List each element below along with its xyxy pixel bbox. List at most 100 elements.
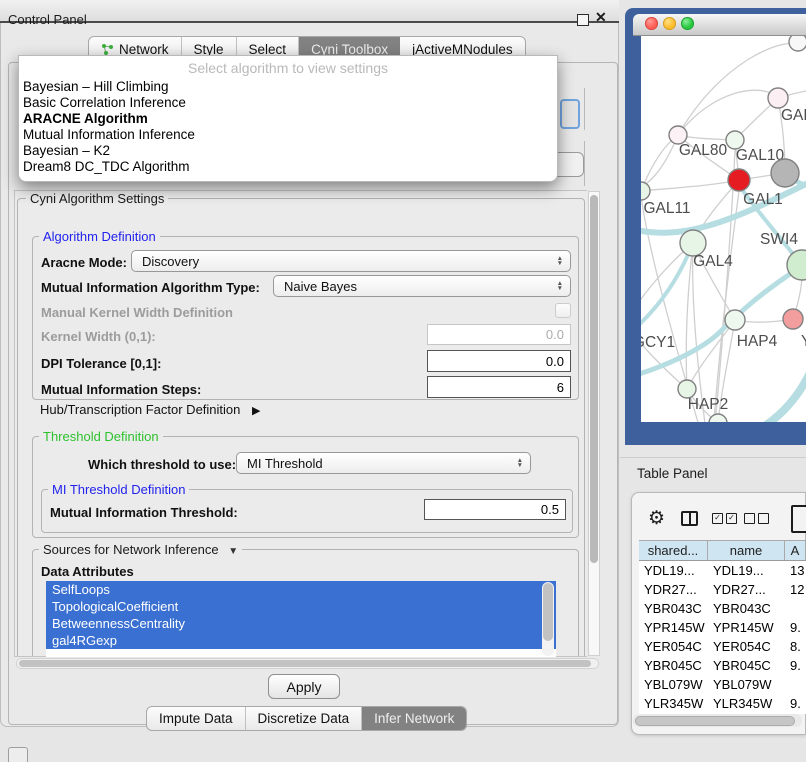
- table-cell: 9.: [785, 696, 806, 711]
- table-row[interactable]: YBR043CYBR043C: [639, 599, 806, 618]
- manual-kernel-checkbox[interactable]: [555, 303, 571, 318]
- attributes-list-scrollbar[interactable]: [542, 582, 554, 656]
- zoom-traffic-light[interactable]: [681, 17, 694, 30]
- focused-combo-fragment: [560, 99, 580, 129]
- attribute-list-item[interactable]: TopologicalCoefficient: [46, 598, 556, 615]
- attributes-scrollbar-thumb[interactable]: [543, 583, 553, 641]
- apply-button[interactable]: Apply: [268, 674, 340, 699]
- table-row[interactable]: YDL19...YDL19...13: [639, 561, 806, 580]
- table-hscrollbar-thumb[interactable]: [635, 716, 795, 726]
- table-cell: YBR043C: [639, 601, 708, 616]
- stepper-icon: ▲▼: [557, 281, 563, 291]
- table-row[interactable]: YPR145WYPR145W9.: [639, 618, 806, 637]
- checked-checkbox-icon[interactable]: ✓: [726, 513, 737, 524]
- table-row[interactable]: YDR27...YDR27...12: [639, 580, 806, 599]
- network-node-label: GAL4: [693, 253, 733, 270]
- attribute-list-item[interactable]: BetweennessCentrality: [46, 615, 556, 632]
- tab-impute-data[interactable]: Impute Data: [147, 707, 246, 730]
- unchecked-checkbox-icon[interactable]: [744, 513, 755, 524]
- node-attribute-table[interactable]: shared...nameA YDL19...YDL19...13 YDR27..…: [639, 540, 806, 714]
- minimized-panel-icon[interactable]: [8, 747, 28, 762]
- tab-infer-network[interactable]: Infer Network: [362, 707, 466, 730]
- which-threshold-combo[interactable]: MI Threshold ▲▼: [236, 452, 531, 474]
- columns-icon[interactable]: [681, 511, 698, 526]
- mi-threshold-input[interactable]: 0.5: [424, 499, 566, 520]
- unchecked-checkbox-icon[interactable]: [758, 513, 769, 524]
- table-cell: YDR27...: [639, 582, 708, 597]
- float-window-icon[interactable]: [577, 14, 589, 26]
- network-node-label: GAL80: [679, 142, 728, 159]
- table-panel-title: Table Panel: [637, 466, 708, 481]
- control-panel-titlebar: [0, 0, 619, 23]
- expander-right-icon: ▶: [252, 404, 260, 417]
- algorithm-option[interactable]: Bayesian – K2: [19, 143, 557, 159]
- checked-checkbox-icon[interactable]: ✓: [712, 513, 723, 524]
- settings-vertical-scrollbar[interactable]: [588, 191, 600, 656]
- mi-algorithm-type-combo[interactable]: Naive Bayes ▲▼: [273, 275, 571, 297]
- network-node[interactable]: [709, 414, 727, 422]
- sources-group-title[interactable]: Sources for Network Inference ▼: [39, 542, 242, 559]
- close-traffic-light[interactable]: [645, 17, 658, 30]
- threshold-definition-group: Threshold Definition Which threshold to …: [32, 436, 579, 538]
- data-attributes-list[interactable]: SelfLoopsTopologicalCoefficientBetweenne…: [46, 581, 556, 657]
- page-icon[interactable]: [791, 505, 806, 533]
- network-canvas[interactable]: GALGAL80GAL10GAL1GAL11SWI4GAL4GCY1HAP4YH…: [641, 36, 806, 422]
- tab-discretize-data[interactable]: Discretize Data: [246, 707, 363, 730]
- network-edge[interactable]: [641, 180, 739, 191]
- table-horizontal-scrollbar[interactable]: [633, 714, 802, 727]
- table-row[interactable]: YBL079WYBL079W: [639, 675, 806, 694]
- algorithm-option[interactable]: ARACNE Algorithm: [19, 111, 557, 127]
- algorithm-option[interactable]: Dream8 DC_TDC Algorithm: [19, 159, 557, 175]
- which-threshold-label: Which threshold to use:: [88, 457, 236, 472]
- gear-icon[interactable]: ⚙: [648, 507, 665, 530]
- dpi-tolerance-input[interactable]: 0.0: [427, 350, 571, 372]
- tab-label: Discretize Data: [258, 711, 350, 726]
- table-cell: YER054C: [639, 639, 708, 654]
- settings-vscrollbar-thumb[interactable]: [590, 195, 598, 563]
- attribute-list-item[interactable]: gal4RGexp: [46, 632, 556, 649]
- table-column-header[interactable]: name: [708, 541, 785, 560]
- network-node-y[interactable]: [783, 309, 803, 329]
- settings-horizontal-scrollbar[interactable]: [16, 658, 599, 669]
- aracne-mode-value: Discovery: [142, 254, 199, 269]
- dpi-tolerance-label: DPI Tolerance [0,1]:: [41, 356, 161, 371]
- network-node-hap4[interactable]: [725, 310, 745, 330]
- table-row[interactable]: YLR345WYLR345W9.: [639, 694, 806, 713]
- settings-hscrollbar-thumb[interactable]: [19, 660, 591, 667]
- network-edge-thick[interactable]: [741, 366, 806, 422]
- table-cell: YPR145W: [708, 620, 785, 635]
- network-edge[interactable]: [687, 320, 735, 389]
- network-node-label: HAP4: [737, 333, 778, 350]
- table-cell: YLR345W: [639, 696, 708, 711]
- table-column-header[interactable]: A: [785, 541, 806, 560]
- algorithm-option[interactable]: Bayesian – Hill Climbing: [19, 79, 557, 95]
- network-node-label: GAL11: [643, 200, 690, 217]
- groupbox-border-fragment: [584, 141, 585, 186]
- minimize-traffic-light[interactable]: [663, 17, 676, 30]
- mi-steps-input[interactable]: 6: [427, 376, 571, 398]
- aracne-mode-combo[interactable]: Discovery ▲▼: [131, 250, 571, 272]
- mi-type-value: Naive Bayes: [284, 279, 357, 294]
- algorithm-option[interactable]: Mutual Information Inference: [19, 127, 557, 143]
- hub-definition-expander[interactable]: Hub/Transcription Factor Definition ▶: [40, 402, 260, 417]
- table-row[interactable]: YBR045CYBR045C9.: [639, 656, 806, 675]
- table-cell: YBR045C: [639, 658, 708, 673]
- algorithm-dropdown-prompt: Select algorithm to view settings: [19, 58, 557, 79]
- algorithm-option[interactable]: Basic Correlation Inference: [19, 95, 557, 111]
- table-cell: YER054C: [708, 639, 785, 654]
- table-row[interactable]: YER054CYER054C8.: [639, 637, 806, 656]
- close-icon[interactable]: ✕: [595, 9, 607, 26]
- network-node[interactable]: [789, 36, 806, 51]
- network-node-gal11[interactable]: [641, 182, 650, 200]
- network-node-gal[interactable]: [768, 88, 788, 108]
- kernel-width-input[interactable]: 0.0: [427, 324, 571, 345]
- table-cell: 12: [785, 582, 806, 597]
- network-edge[interactable]: [641, 135, 678, 191]
- network-node-gal1[interactable]: [728, 169, 750, 191]
- network-node[interactable]: [771, 159, 799, 187]
- network-window-titlebar[interactable]: [633, 14, 806, 36]
- network-edge-thick[interactable]: [641, 268, 799, 378]
- table-column-header[interactable]: shared...: [639, 541, 708, 560]
- mi-threshold-label: Mutual Information Threshold:: [50, 505, 238, 520]
- attribute-list-item[interactable]: SelfLoops: [46, 581, 556, 598]
